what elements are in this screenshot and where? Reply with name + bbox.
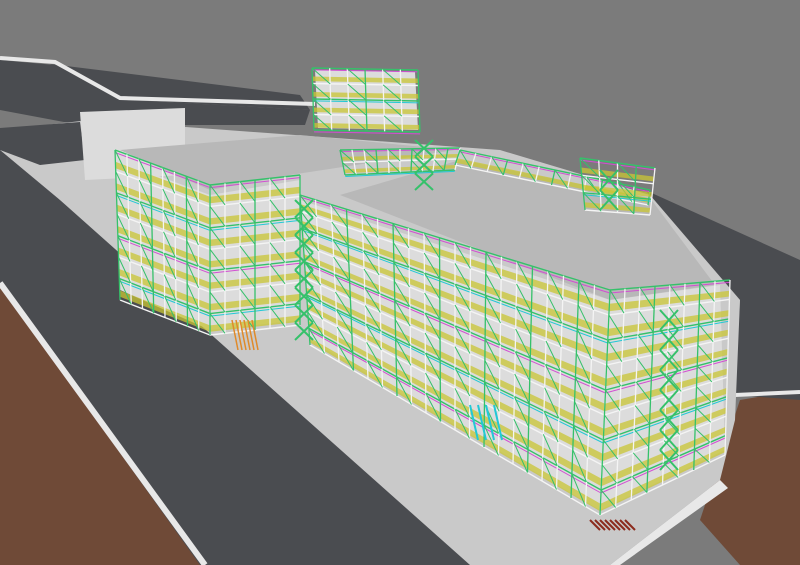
scene-canvas xyxy=(0,0,800,565)
render-viewport[interactable] xyxy=(0,0,800,565)
